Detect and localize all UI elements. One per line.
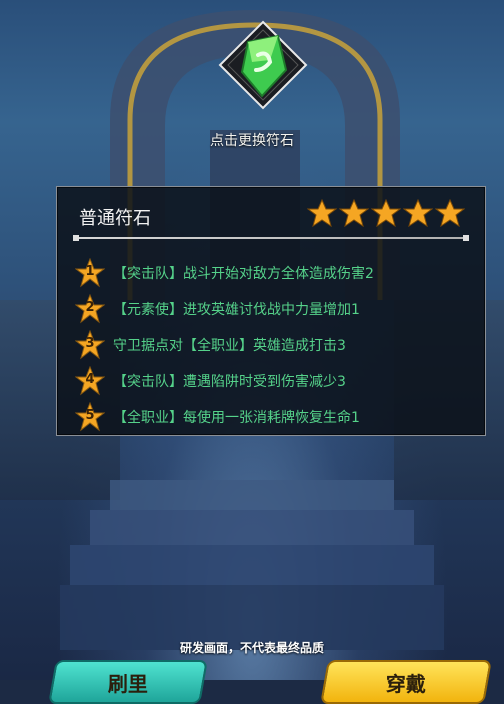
star-icon [435, 199, 465, 227]
effect-row: 1 【突击队】战斗开始对敌方全体造成伤害2 [75, 255, 475, 291]
effect-row: 3 守卫据点对【全职业】英雄造成打击3 [75, 327, 475, 363]
star-icon [371, 199, 401, 227]
rune-info-panel: 普通符石 1 【突击队】战斗开始对敌方全体造成伤害2 2 【元素使】进攻英雄讨伐… [56, 186, 486, 436]
effect-text: 【突击队】遭遇陷阱时受到伤害减少3 [113, 374, 346, 390]
star-number-icon: 2 [75, 294, 105, 324]
rune-name: 普通符石 [79, 208, 151, 229]
star-number-icon: 5 [75, 402, 105, 432]
green-rune-gem-icon [218, 20, 308, 110]
stone-stairs [60, 480, 444, 650]
effect-row: 2 【元素使】进攻英雄讨伐战中力量增加1 [75, 291, 475, 327]
effect-row: 4 【突击队】遭遇陷阱时受到伤害减少3 [75, 363, 475, 399]
effect-text: 【元素使】进攻英雄讨伐战中力量增加1 [113, 302, 360, 318]
star-number-icon: 3 [75, 330, 105, 360]
star-icon [339, 199, 369, 227]
effect-row: 5 【全职业】每使用一张消耗牌恢复生命1 [75, 399, 475, 435]
change-rune-hint[interactable]: 点击更换符石 [0, 130, 504, 150]
star-number-icon: 1 [75, 258, 105, 288]
equip-button[interactable]: 穿戴 [320, 660, 492, 704]
effect-text: 【全职业】每使用一张消耗牌恢复生命1 [113, 410, 360, 426]
dev-footage-note: 研发画面，不代表最终品质 [179, 641, 324, 655]
rarity-stars [307, 199, 465, 227]
divider [73, 235, 469, 241]
refresh-button[interactable]: 刷里 [48, 660, 208, 704]
star-icon [403, 199, 433, 227]
effect-list: 1 【突击队】战斗开始对敌方全体造成伤害2 2 【元素使】进攻英雄讨伐战中力量增… [75, 255, 475, 435]
effect-text: 【突击队】战斗开始对敌方全体造成伤害2 [113, 266, 374, 282]
star-icon [307, 199, 337, 227]
star-number-icon: 4 [75, 366, 105, 396]
rune-gem-slot[interactable] [218, 20, 308, 110]
effect-text: 守卫据点对【全职业】英雄造成打击3 [113, 338, 346, 354]
